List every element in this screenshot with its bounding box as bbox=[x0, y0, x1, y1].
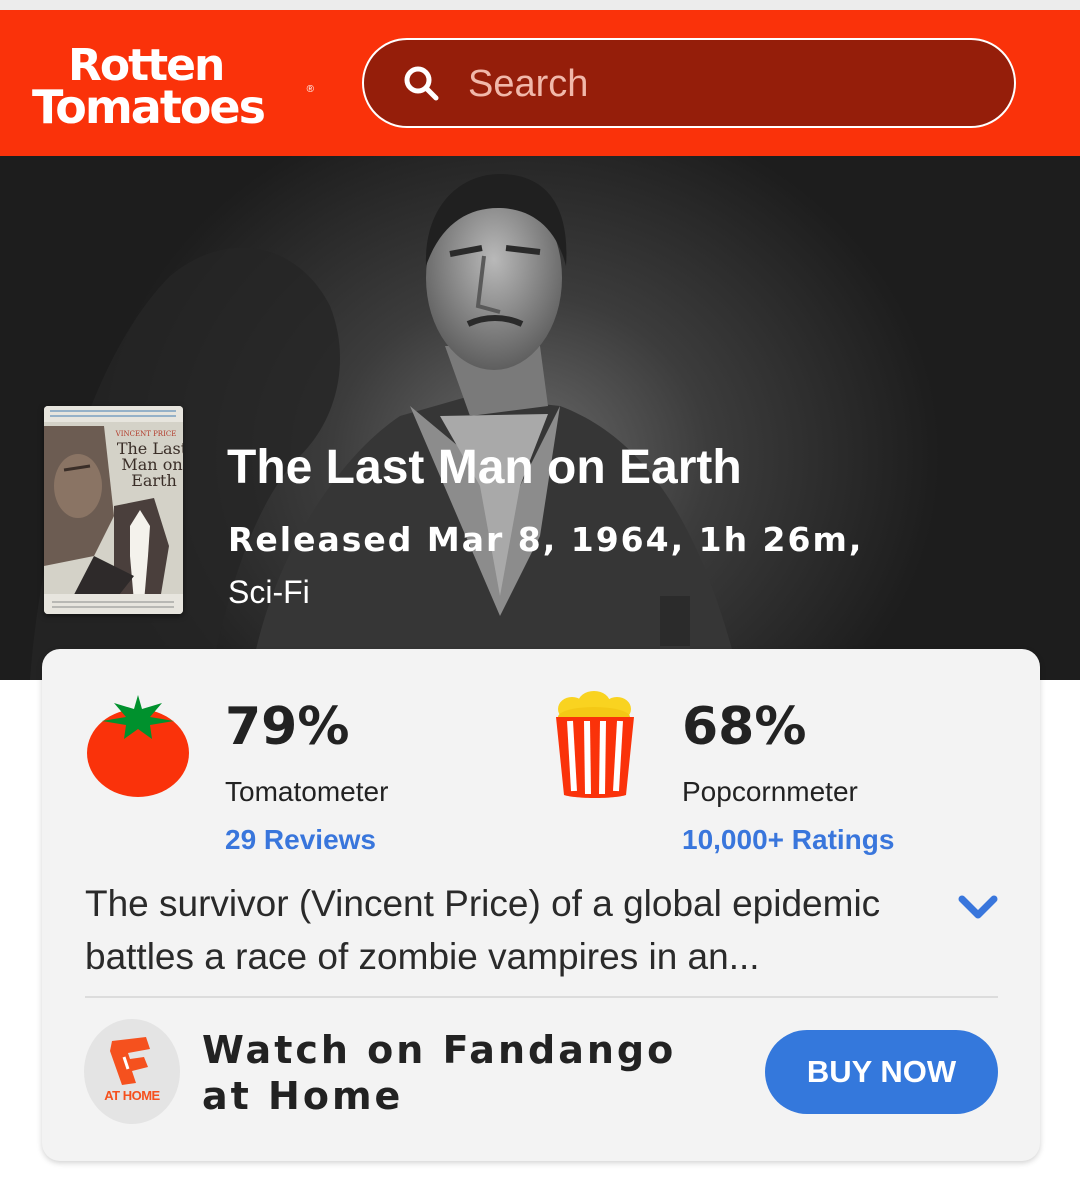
popcornmeter-score: 68% bbox=[682, 697, 807, 757]
buy-now-button[interactable]: BUY NOW bbox=[765, 1030, 998, 1114]
logo-registered-mark: ® bbox=[306, 84, 314, 95]
tomatometer-label: Tomatometer bbox=[225, 776, 389, 807]
genre-label: Sci-Fi bbox=[228, 574, 310, 610]
tomatometer-reviews-link[interactable]: 29 Reviews bbox=[225, 824, 376, 856]
status-strip bbox=[0, 0, 1080, 10]
search-input[interactable] bbox=[468, 56, 968, 112]
tomato-icon bbox=[87, 695, 189, 797]
popcorn-icon bbox=[556, 691, 634, 798]
movie-title: The Last Man on Earth bbox=[227, 441, 742, 494]
section-divider bbox=[85, 996, 998, 998]
app-header: Rotten Tomatoes ® bbox=[0, 10, 1080, 156]
fandango-logo-icon bbox=[110, 1037, 150, 1085]
release-info: Released Mar 8, 1964, 1h 26m, bbox=[228, 520, 864, 559]
scores-card: 79% Tomatometer 29 Reviews 68% Popcornme… bbox=[42, 649, 1040, 1161]
rotten-tomatoes-logo[interactable]: Rotten Tomatoes ® bbox=[30, 40, 320, 140]
search-bar[interactable] bbox=[362, 38, 1016, 128]
popcornmeter-ratings-link[interactable]: 10,000+ Ratings bbox=[682, 824, 894, 856]
popcornmeter-label: Popcornmeter bbox=[682, 776, 858, 807]
watch-on-fandango-text: Watch on Fandango at Home bbox=[202, 1028, 677, 1118]
search-icon bbox=[404, 66, 439, 101]
poster-art: VINCENT PRICE The Last Man on Earth bbox=[44, 406, 183, 614]
fandango-at-home-logo: AT HOME bbox=[84, 1019, 180, 1124]
tomatometer-score: 79% bbox=[225, 697, 350, 757]
fandango-badge-text: AT HOME bbox=[104, 1088, 160, 1103]
movie-poster[interactable]: VINCENT PRICE The Last Man on Earth bbox=[44, 406, 183, 614]
poster-title-3: Earth bbox=[131, 471, 177, 490]
logo-line-2: Tomatoes bbox=[32, 80, 266, 134]
movie-synopsis: The survivor (Vincent Price) of a global… bbox=[85, 883, 881, 977]
chevron-down-icon[interactable] bbox=[956, 893, 1000, 923]
poster-actor: VINCENT PRICE bbox=[115, 430, 177, 438]
